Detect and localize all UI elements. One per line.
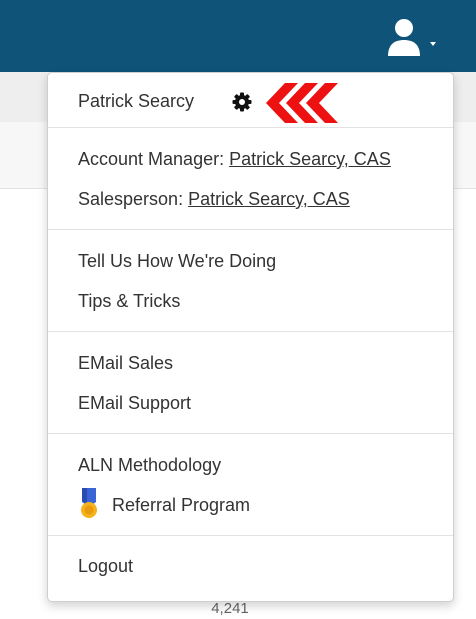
referral-label: Referral Program	[112, 495, 251, 515]
top-navbar	[0, 0, 476, 72]
salesperson-row: Salesperson: Patrick Searcy, CAS	[48, 179, 453, 219]
salesperson-link[interactable]: Patrick Searcy, CAS	[188, 189, 350, 209]
logout-section: Logout	[48, 535, 453, 594]
email-support-menu-item[interactable]: EMail Support	[48, 383, 453, 423]
account-manager-label: Account Manager:	[78, 149, 225, 169]
contacts-section: Account Manager: Patrick Searcy, CAS Sal…	[48, 127, 453, 229]
user-name[interactable]: Patrick Searcy	[78, 91, 194, 111]
account-manager-row: Account Manager: Patrick Searcy, CAS	[48, 139, 453, 179]
user-icon	[388, 19, 436, 56]
tips-menu-item[interactable]: Tips & Tricks	[48, 281, 453, 321]
profile-section: Patrick Searcy	[48, 73, 453, 127]
gear-icon[interactable]	[232, 92, 252, 112]
logout-menu-item[interactable]: Logout	[48, 546, 453, 586]
medal-icon	[81, 488, 97, 519]
email-sales-menu-item[interactable]: EMail Sales	[48, 343, 453, 383]
email-section: EMail Sales EMail Support	[48, 331, 453, 433]
referral-menu-item[interactable]: Referral Program	[48, 485, 453, 525]
salesperson-label: Salesperson:	[78, 189, 184, 209]
caret-down-icon	[430, 42, 436, 46]
red-chevrons-icon	[266, 83, 338, 123]
programs-section: ALN Methodology Referral Program	[48, 433, 453, 535]
user-dropdown-menu: Patrick Searcy Account Manager: Patrick …	[47, 72, 454, 602]
help-section: Tell Us How We're Doing Tips & Tricks	[48, 229, 453, 331]
profile-row[interactable]: Patrick Searcy	[48, 81, 453, 123]
account-manager-link[interactable]: Patrick Searcy, CAS	[229, 149, 391, 169]
methodology-menu-item[interactable]: ALN Methodology	[48, 445, 453, 485]
record-count: 4,241	[211, 600, 249, 617]
feedback-menu-item[interactable]: Tell Us How We're Doing	[48, 241, 453, 281]
user-menu-button[interactable]	[384, 18, 444, 60]
